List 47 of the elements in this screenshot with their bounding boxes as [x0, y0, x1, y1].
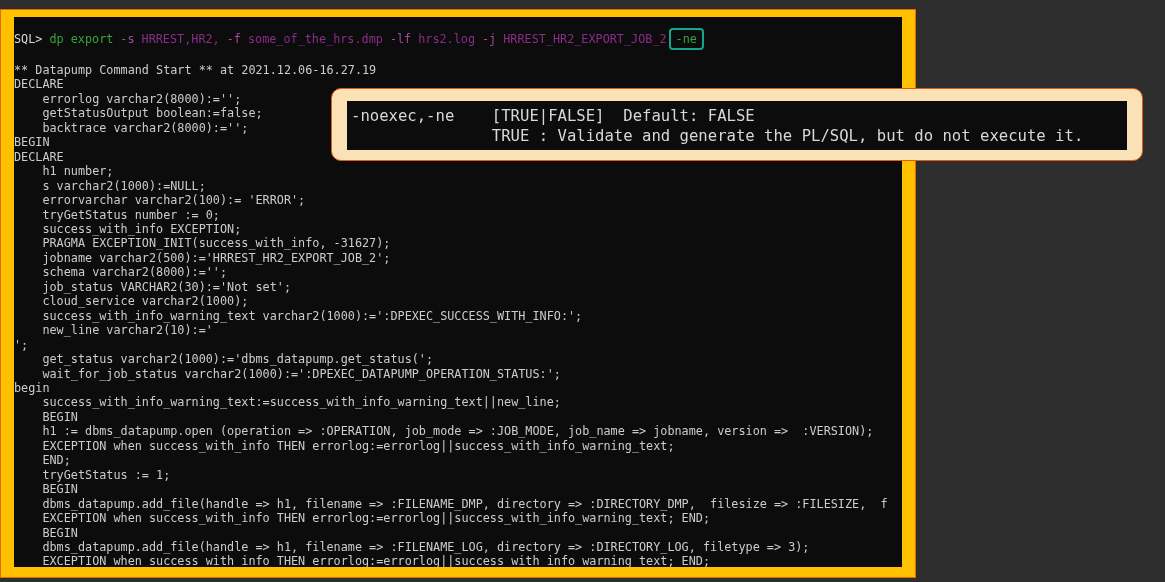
code-line: tryGetStatus := 1;: [41, 467, 171, 483]
command-token: -j: [482, 31, 497, 47]
code-line: dbms_datapump.add_file(handle => h1, filename => :FILENAME_DMP, directory => :DIRECTORY_DMP, filesize => :FILESIZE, f: [41, 496, 888, 512]
code-line: s varchar2(1000):=NULL;: [41, 178, 206, 194]
code-line: jobname varchar2(500):='HRREST_HR2_EXPORT_JOB_2';: [41, 250, 391, 266]
command-token: -s: [120, 31, 135, 47]
code-line: errorvarchar varchar2(100):= 'ERROR';: [41, 193, 306, 208]
code-line: wait_for_job_status varchar2(1000):=':DPEXEC_DATAPUMP_OPERATION_STATUS:';: [41, 366, 561, 381]
code-line: begin: [14, 380, 50, 396]
code-line: new_line varchar2(10):=': [41, 323, 213, 338]
code-line: tryGetStatus number := 0;: [41, 207, 220, 222]
code-line: BEGIN: [41, 482, 78, 497]
command-token: HRREST_HR2_EXPORT_JOB_2: [503, 31, 667, 47]
code-line: success_with_info_warning_text varchar2(1000):=':DPEXEC_SUCCESS_WITH_INFO:';: [41, 308, 583, 324]
command-token: SQL>: [14, 31, 43, 47]
code-line: cloud_service varchar2(1000);: [41, 294, 249, 309]
code-line: ';: [14, 337, 29, 353]
command-token: some_of_the_hrs.dmp: [247, 31, 383, 47]
code-line: backtrace varchar2(8000):='';: [41, 120, 249, 136]
code-line: job_status VARCHAR2(30):='Not set';: [41, 279, 291, 295]
command-token: dp export: [49, 31, 114, 47]
code-line: dbms_datapump.add_file(handle => h1, filename => :FILENAME_LOG, directory => :DIRECTORY_LOG, filetype => 3);: [41, 539, 810, 555]
highlighted-option: -ne: [668, 27, 704, 51]
help-text-line: -noexec,-ne [TRUE|FALSE] Default: FALSE: [351, 106, 755, 126]
code-line: PRAGMA EXCEPTION_INIT(success_with_info, -31627);: [41, 236, 391, 251]
code-line: BEGIN: [14, 135, 50, 150]
code-line: DECLARE: [14, 149, 64, 165]
code-line: getStatusOutput boolean:=false;: [41, 106, 263, 121]
code-line: EXCEPTION when success_with_info THEN errorlog:=errorlog||success_with_info_warning_text; END;: [41, 511, 711, 526]
code-line: errorlog varchar2(8000):='';: [41, 91, 242, 107]
command-token: -f: [226, 31, 241, 47]
command-token: HRREST,HR2,: [141, 31, 220, 47]
code-line: END;: [41, 453, 71, 468]
code-line: success_with_info EXCEPTION;: [41, 222, 242, 237]
code-line: ** Datapump Command Start ** at 2021.12.06-16.27.19: [14, 63, 377, 78]
code-line: EXCEPTION when success_with_info THEN errorlog:=errorlog||success_with_info_warning_text;: [41, 438, 675, 454]
code-line: h1 := dbms_datapump.open (operation => :OPERATION, job_mode => :JOB_MODE, job_name => jobname, version => :VERSION);: [41, 424, 874, 439]
code-line: success_with_info_warning_text:=success_with_info_warning_text||new_line;: [41, 395, 561, 410]
command-token: -lf: [389, 31, 412, 47]
help-text-line: TRUE : Validate and generate the PL/SQL, but do not execute it.: [490, 126, 1084, 146]
code-line: h1 number;: [41, 164, 114, 179]
command-token: hrs2.log: [418, 31, 475, 47]
code-line: get_status varchar2(1000):='dbms_datapump.get_status(';: [41, 352, 434, 367]
code-line: DECLARE: [14, 77, 64, 92]
code-line: BEGIN: [41, 525, 78, 540]
code-line: schema varchar2(8000):='';: [41, 265, 228, 280]
code-line: BEGIN: [41, 409, 78, 425]
